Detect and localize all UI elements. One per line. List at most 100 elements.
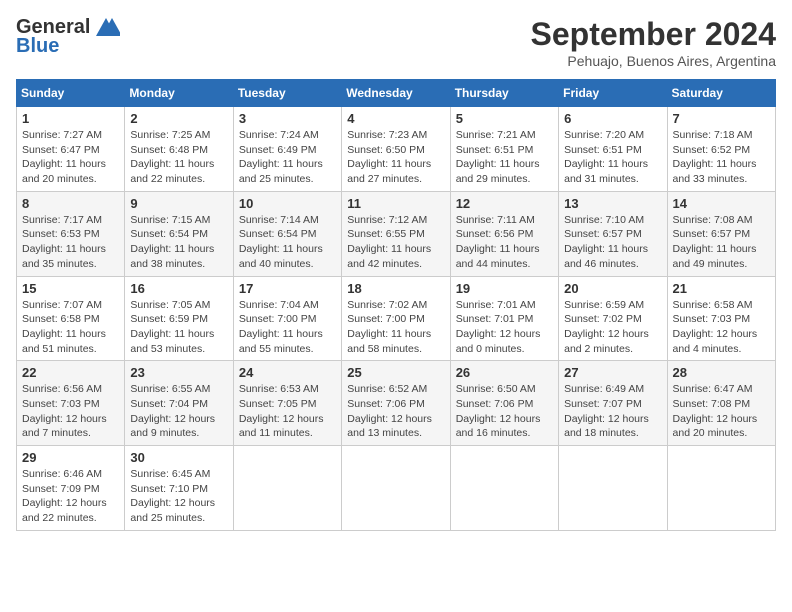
calendar-cell: 3 Sunrise: 7:24 AM Sunset: 6:49 PM Dayli… [233,107,341,192]
day-header-saturday: Saturday [667,80,775,107]
day-info: Sunrise: 6:58 AM Sunset: 7:03 PM Dayligh… [673,298,770,357]
calendar-cell [342,446,450,531]
day-number: 1 [22,111,119,126]
day-header-monday: Monday [125,80,233,107]
calendar-cell: 29 Sunrise: 6:46 AM Sunset: 7:09 PM Dayl… [17,446,125,531]
day-header-tuesday: Tuesday [233,80,341,107]
day-info: Sunrise: 6:56 AM Sunset: 7:03 PM Dayligh… [22,382,119,441]
day-number: 30 [130,450,227,465]
calendar-cell: 24 Sunrise: 6:53 AM Sunset: 7:05 PM Dayl… [233,361,341,446]
day-info: Sunrise: 7:14 AM Sunset: 6:54 PM Dayligh… [239,213,336,272]
calendar-cell: 30 Sunrise: 6:45 AM Sunset: 7:10 PM Dayl… [125,446,233,531]
calendar-cell: 9 Sunrise: 7:15 AM Sunset: 6:54 PM Dayli… [125,191,233,276]
calendar-cell: 7 Sunrise: 7:18 AM Sunset: 6:52 PM Dayli… [667,107,775,192]
calendar-cell: 16 Sunrise: 7:05 AM Sunset: 6:59 PM Dayl… [125,276,233,361]
day-info: Sunrise: 7:27 AM Sunset: 6:47 PM Dayligh… [22,128,119,187]
calendar-cell: 23 Sunrise: 6:55 AM Sunset: 7:04 PM Dayl… [125,361,233,446]
day-info: Sunrise: 7:17 AM Sunset: 6:53 PM Dayligh… [22,213,119,272]
calendar-cell: 5 Sunrise: 7:21 AM Sunset: 6:51 PM Dayli… [450,107,558,192]
day-number: 5 [456,111,553,126]
day-number: 14 [673,196,770,211]
page-subtitle: Pehuajo, Buenos Aires, Argentina [531,53,776,69]
page-header: General Blue September 2024 Pehuajo, Bue… [16,16,776,69]
day-info: Sunrise: 7:21 AM Sunset: 6:51 PM Dayligh… [456,128,553,187]
day-info: Sunrise: 6:46 AM Sunset: 7:09 PM Dayligh… [22,467,119,526]
calendar-header-row: SundayMondayTuesdayWednesdayThursdayFrid… [17,80,776,107]
day-info: Sunrise: 6:47 AM Sunset: 7:08 PM Dayligh… [673,382,770,441]
day-header-wednesday: Wednesday [342,80,450,107]
day-info: Sunrise: 6:45 AM Sunset: 7:10 PM Dayligh… [130,467,227,526]
calendar-cell: 19 Sunrise: 7:01 AM Sunset: 7:01 PM Dayl… [450,276,558,361]
day-info: Sunrise: 7:24 AM Sunset: 6:49 PM Dayligh… [239,128,336,187]
day-info: Sunrise: 6:55 AM Sunset: 7:04 PM Dayligh… [130,382,227,441]
day-number: 17 [239,281,336,296]
day-number: 3 [239,111,336,126]
calendar-cell: 11 Sunrise: 7:12 AM Sunset: 6:55 PM Dayl… [342,191,450,276]
day-info: Sunrise: 7:02 AM Sunset: 7:00 PM Dayligh… [347,298,444,357]
day-info: Sunrise: 7:04 AM Sunset: 7:00 PM Dayligh… [239,298,336,357]
day-info: Sunrise: 7:01 AM Sunset: 7:01 PM Dayligh… [456,298,553,357]
day-number: 2 [130,111,227,126]
calendar-cell: 28 Sunrise: 6:47 AM Sunset: 7:08 PM Dayl… [667,361,775,446]
day-info: Sunrise: 6:52 AM Sunset: 7:06 PM Dayligh… [347,382,444,441]
day-number: 12 [456,196,553,211]
calendar-cell [233,446,341,531]
day-number: 13 [564,196,661,211]
day-header-friday: Friday [559,80,667,107]
calendar-week-5: 29 Sunrise: 6:46 AM Sunset: 7:09 PM Dayl… [17,446,776,531]
day-info: Sunrise: 6:59 AM Sunset: 7:02 PM Dayligh… [564,298,661,357]
calendar-cell: 22 Sunrise: 6:56 AM Sunset: 7:03 PM Dayl… [17,361,125,446]
day-header-sunday: Sunday [17,80,125,107]
day-info: Sunrise: 7:05 AM Sunset: 6:59 PM Dayligh… [130,298,227,357]
day-number: 18 [347,281,444,296]
day-number: 23 [130,365,227,380]
calendar-week-1: 1 Sunrise: 7:27 AM Sunset: 6:47 PM Dayli… [17,107,776,192]
calendar-cell: 27 Sunrise: 6:49 AM Sunset: 7:07 PM Dayl… [559,361,667,446]
day-number: 29 [22,450,119,465]
calendar-cell: 21 Sunrise: 6:58 AM Sunset: 7:03 PM Dayl… [667,276,775,361]
day-info: Sunrise: 7:15 AM Sunset: 6:54 PM Dayligh… [130,213,227,272]
day-info: Sunrise: 7:12 AM Sunset: 6:55 PM Dayligh… [347,213,444,272]
calendar-cell: 1 Sunrise: 7:27 AM Sunset: 6:47 PM Dayli… [17,107,125,192]
day-number: 4 [347,111,444,126]
day-number: 27 [564,365,661,380]
day-info: Sunrise: 6:50 AM Sunset: 7:06 PM Dayligh… [456,382,553,441]
day-header-thursday: Thursday [450,80,558,107]
calendar-cell [667,446,775,531]
page-title: September 2024 [531,16,776,53]
calendar-cell: 17 Sunrise: 7:04 AM Sunset: 7:00 PM Dayl… [233,276,341,361]
day-number: 24 [239,365,336,380]
calendar-cell: 12 Sunrise: 7:11 AM Sunset: 6:56 PM Dayl… [450,191,558,276]
logo: General Blue [16,16,120,58]
calendar-cell [559,446,667,531]
title-area: September 2024 Pehuajo, Buenos Aires, Ar… [531,16,776,69]
day-info: Sunrise: 7:20 AM Sunset: 6:51 PM Dayligh… [564,128,661,187]
day-number: 28 [673,365,770,380]
day-number: 6 [564,111,661,126]
calendar-cell: 25 Sunrise: 6:52 AM Sunset: 7:06 PM Dayl… [342,361,450,446]
calendar-cell: 4 Sunrise: 7:23 AM Sunset: 6:50 PM Dayli… [342,107,450,192]
day-info: Sunrise: 7:25 AM Sunset: 6:48 PM Dayligh… [130,128,227,187]
day-number: 15 [22,281,119,296]
day-info: Sunrise: 7:18 AM Sunset: 6:52 PM Dayligh… [673,128,770,187]
calendar-cell: 8 Sunrise: 7:17 AM Sunset: 6:53 PM Dayli… [17,191,125,276]
day-info: Sunrise: 7:10 AM Sunset: 6:57 PM Dayligh… [564,213,661,272]
day-number: 26 [456,365,553,380]
calendar-cell: 18 Sunrise: 7:02 AM Sunset: 7:00 PM Dayl… [342,276,450,361]
day-info: Sunrise: 7:08 AM Sunset: 6:57 PM Dayligh… [673,213,770,272]
day-number: 19 [456,281,553,296]
calendar-week-3: 15 Sunrise: 7:07 AM Sunset: 6:58 PM Dayl… [17,276,776,361]
calendar-cell: 14 Sunrise: 7:08 AM Sunset: 6:57 PM Dayl… [667,191,775,276]
logo-icon [92,18,120,36]
calendar-cell: 10 Sunrise: 7:14 AM Sunset: 6:54 PM Dayl… [233,191,341,276]
calendar-cell: 2 Sunrise: 7:25 AM Sunset: 6:48 PM Dayli… [125,107,233,192]
day-info: Sunrise: 7:11 AM Sunset: 6:56 PM Dayligh… [456,213,553,272]
day-info: Sunrise: 7:23 AM Sunset: 6:50 PM Dayligh… [347,128,444,187]
day-info: Sunrise: 7:07 AM Sunset: 6:58 PM Dayligh… [22,298,119,357]
calendar-week-4: 22 Sunrise: 6:56 AM Sunset: 7:03 PM Dayl… [17,361,776,446]
day-number: 16 [130,281,227,296]
day-info: Sunrise: 6:53 AM Sunset: 7:05 PM Dayligh… [239,382,336,441]
day-number: 10 [239,196,336,211]
calendar-cell: 6 Sunrise: 7:20 AM Sunset: 6:51 PM Dayli… [559,107,667,192]
calendar-cell: 13 Sunrise: 7:10 AM Sunset: 6:57 PM Dayl… [559,191,667,276]
